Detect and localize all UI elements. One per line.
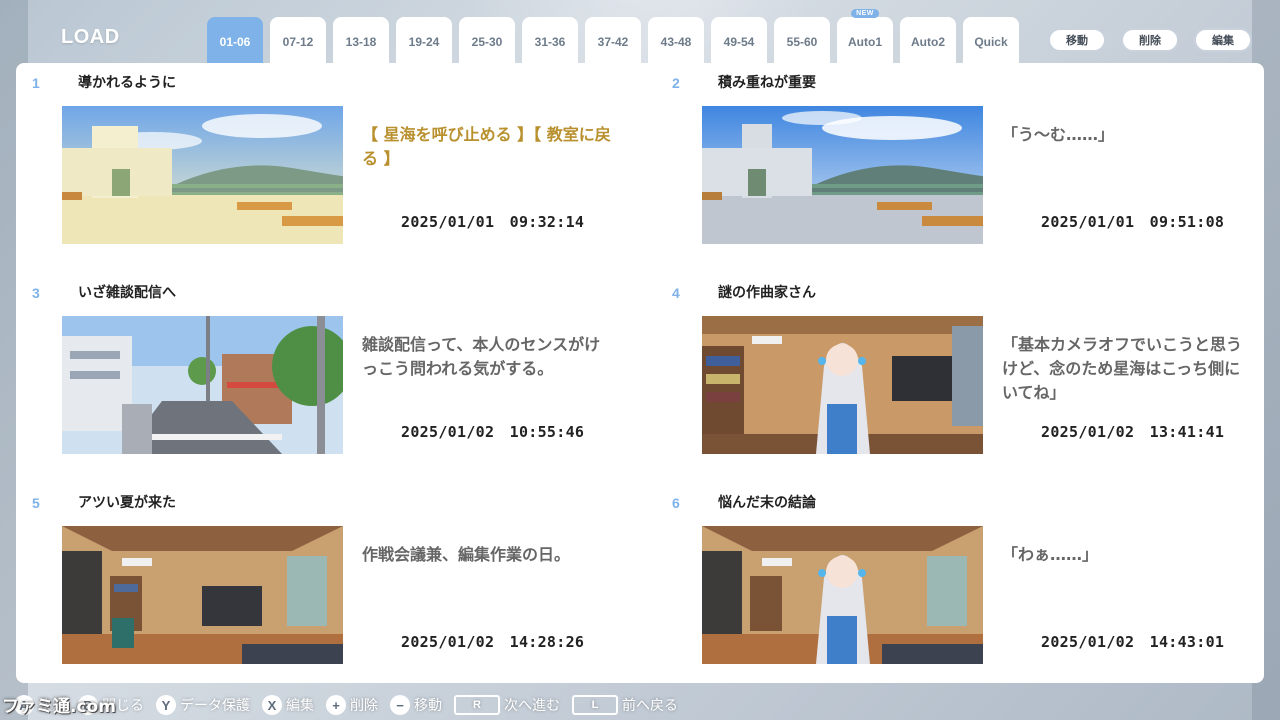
tab-49-54[interactable]: 49-54 <box>711 17 767 64</box>
tab-37-42[interactable]: 37-42 <box>585 17 641 64</box>
slot-number: 4 <box>672 285 680 301</box>
minus-button-icon: − <box>390 695 410 715</box>
tab-07-12[interactable]: 07-12 <box>270 17 326 64</box>
r-key-icon: R <box>454 695 500 715</box>
tab-13-18[interactable]: 13-18 <box>333 17 389 64</box>
button-guide: A 決定 B 閉じる Y データ保護 X 編集 + 削除 − 移動 R 次へ進む… <box>0 690 1280 720</box>
tab-19-24[interactable]: 19-24 <box>396 17 452 64</box>
header: LOAD 01-06 07-12 13-18 19-24 25-30 31-36… <box>0 0 1280 64</box>
y-button-icon: Y <box>156 695 176 715</box>
slot-thumbnail <box>62 106 343 244</box>
screen-title: LOAD <box>61 26 120 48</box>
slot-title: 積み重ねが重要 <box>718 75 816 91</box>
slot-number: 3 <box>32 285 40 301</box>
slot-text: 「う〜む……」 <box>1002 125 1115 144</box>
slot-title: 悩んだ末の結論 <box>718 495 816 511</box>
tab-quick[interactable]: Quick <box>963 17 1019 64</box>
page-tabs: 01-06 07-12 13-18 19-24 25-30 31-36 37-4… <box>207 9 1019 64</box>
slot-thumbnail <box>62 526 343 664</box>
slot-date: 2025/01/01 09:32:14 <box>401 213 585 231</box>
slot-title: 謎の作曲家さん <box>718 285 816 301</box>
slot-date: 2025/01/02 13:41:41 <box>1041 423 1225 441</box>
x-button-icon: X <box>262 695 282 715</box>
delete-button[interactable]: 削除 <box>1121 28 1179 52</box>
slot-title: 導かれるように <box>78 75 176 91</box>
delete-hint: 削除 <box>350 698 378 714</box>
save-slot-6[interactable]: 6 悩んだ末の結論 「わぁ……」 2025/01/02 14:43:01 <box>656 483 1276 693</box>
prev-page-hint[interactable]: 前へ戻る <box>622 695 678 715</box>
tab-31-36[interactable]: 31-36 <box>522 17 578 64</box>
save-slot-1[interactable]: 1 導かれるように 【 星海を呼び止める 】【 教室に戻る 】 2025/01/… <box>16 63 636 273</box>
tab-55-60[interactable]: 55-60 <box>774 17 830 64</box>
move-button[interactable]: 移動 <box>1048 28 1106 52</box>
edit-hint: 編集 <box>286 698 314 714</box>
tab-auto2[interactable]: Auto2 <box>900 17 956 64</box>
slot-date: 2025/01/02 10:55:46 <box>401 423 585 441</box>
save-slot-panel: 1 導かれるように 【 星海を呼び止める 】【 教室に戻る 】 2025/01/… <box>16 63 1264 683</box>
slot-text: 「わぁ……」 <box>1002 545 1099 564</box>
slot-thumbnail <box>702 106 983 244</box>
slot-title: アツい夏が来た <box>78 495 176 511</box>
slot-number: 2 <box>672 75 680 91</box>
save-slot-5[interactable]: 5 アツい夏が来た 作戦会議兼、編集作業の日。 2025/01/02 14:28… <box>16 483 636 693</box>
watermark-logo: ファミ通.com <box>2 697 116 717</box>
slot-title: いざ雑談配信へ <box>78 285 176 301</box>
tab-43-48[interactable]: 43-48 <box>648 17 704 64</box>
slot-date: 2025/01/02 14:43:01 <box>1041 633 1225 651</box>
new-badge: NEW <box>851 9 879 18</box>
slot-number: 6 <box>672 495 680 511</box>
tab-25-30[interactable]: 25-30 <box>459 17 515 64</box>
move-hint: 移動 <box>414 698 442 714</box>
slot-date: 2025/01/01 09:51:08 <box>1041 213 1225 231</box>
slot-text: 作戦会議兼、編集作業の日。 <box>362 545 571 564</box>
plus-button-icon: + <box>326 695 346 715</box>
slot-text: 「基本カメラオフでいこうと思うけど、念のため星海はこっち側にいてね」 <box>1002 335 1243 402</box>
save-slot-2[interactable]: 2 積み重ねが重要 「う〜む……」 2025/01/01 09:51:08 <box>656 63 1276 273</box>
next-page-hint[interactable]: 次へ進む <box>504 695 560 715</box>
slot-number: 1 <box>32 75 40 91</box>
slot-thumbnail <box>702 526 983 664</box>
slot-thumbnail <box>62 316 343 454</box>
l-key-icon: L <box>572 695 618 715</box>
save-slot-3[interactable]: 3 いざ雑談配信へ 雑談配信って、本人のセンスがけっこう問われる気がする。 20… <box>16 273 636 483</box>
protect-data-hint: データ保護 <box>180 698 250 714</box>
slot-date: 2025/01/02 14:28:26 <box>401 633 585 651</box>
edit-button[interactable]: 編集 <box>1194 28 1252 52</box>
slot-thumbnail <box>702 316 983 454</box>
save-slot-4[interactable]: 4 謎の作曲家さん 「基本カメラオフでいこうと思うけど、念のため星海はこっち側に… <box>656 273 1276 483</box>
slot-number: 5 <box>32 495 40 511</box>
tab-auto1[interactable]: NEW Auto1 <box>837 9 893 64</box>
action-buttons: 移動 削除 編集 <box>1048 28 1252 52</box>
slot-text: 【 星海を呼び止める 】【 教室に戻る 】 <box>362 125 611 168</box>
tab-01-06[interactable]: 01-06 <box>207 17 263 64</box>
slot-text: 雑談配信って、本人のセンスがけっこう問われる気がする。 <box>362 335 601 378</box>
